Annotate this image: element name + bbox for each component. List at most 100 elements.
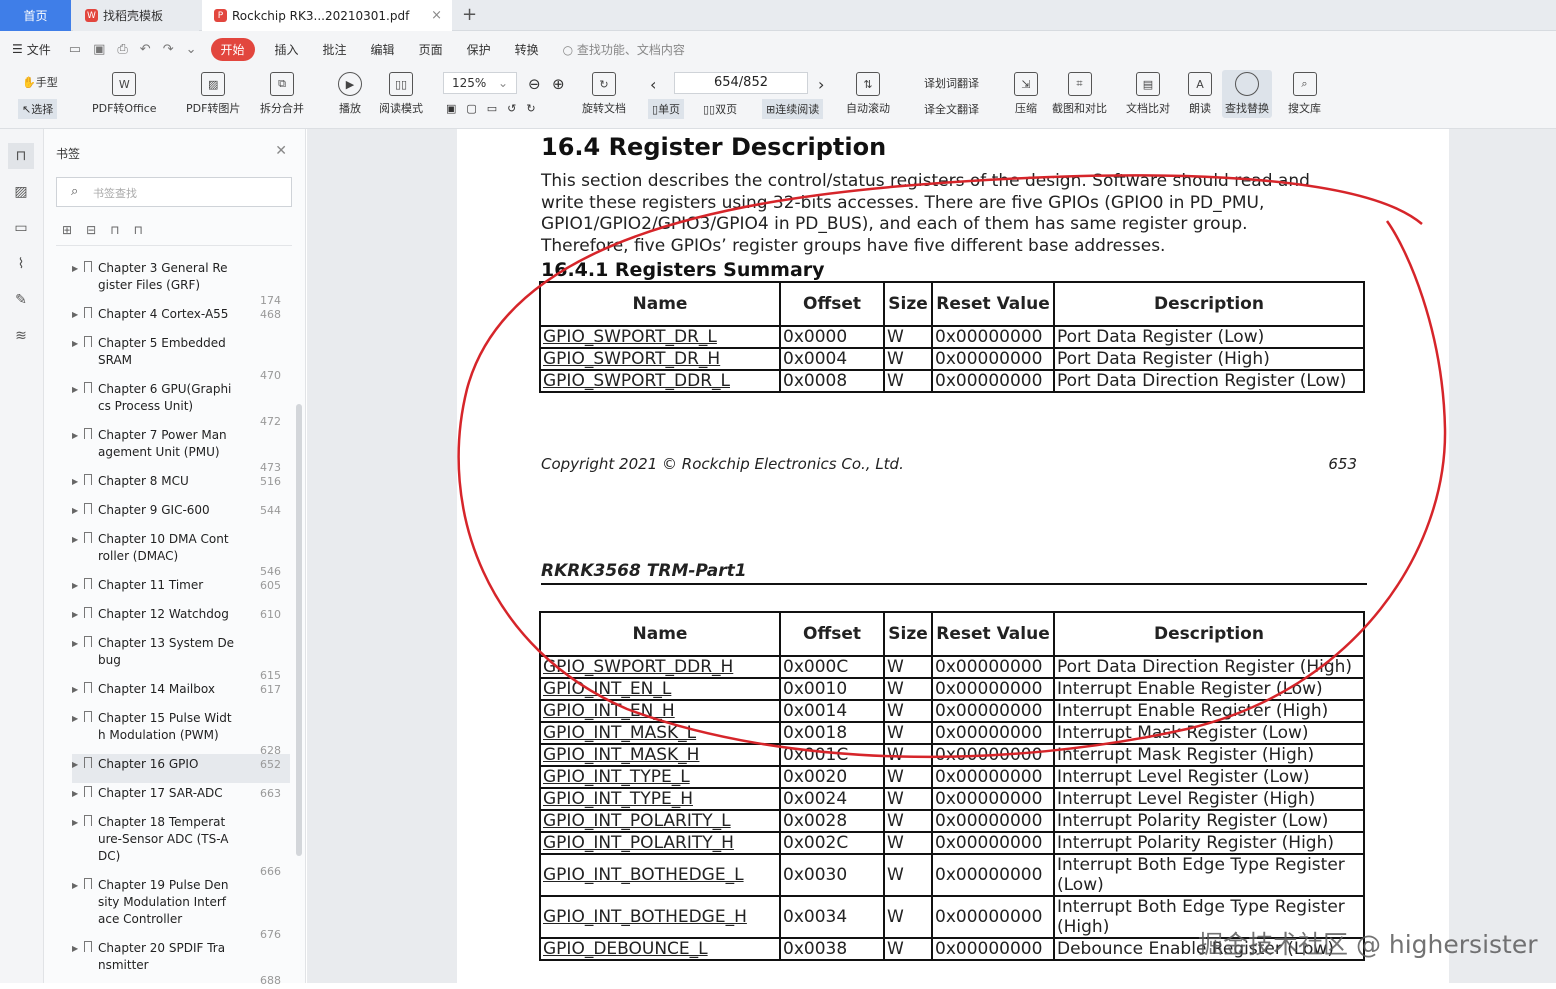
remove-bookmark-icon[interactable]: ⊓ [134,223,143,237]
zoom-in-icon[interactable]: ⊕ [552,75,565,93]
expand-arrow-icon[interactable]: ▶ [72,335,78,352]
zoom-out-icon[interactable]: ⊖ [528,75,541,93]
document-viewer[interactable]: 16.4 Register Description This section d… [307,129,1556,983]
full-translate-button[interactable]: 译 全文翻译 [924,101,979,117]
tab-pdf[interactable]: P Rockchip RK3...20210301.pdf × [202,0,452,31]
expand-icon[interactable]: ⊞ [62,223,72,237]
menu-convert[interactable]: 转换 [515,41,539,58]
expand-arrow-icon[interactable]: ▶ [72,381,78,398]
menu-icon[interactable]: ☰ [12,42,23,56]
prev-page-icon[interactable]: ‹ [650,75,656,94]
page-value: 654/852 [713,75,768,90]
chevron-down-icon[interactable]: ⌄ [186,42,197,57]
bookmark-search-input[interactable]: ⌕ 书签查找 [56,177,292,207]
expand-arrow-icon[interactable]: ▶ [72,756,78,773]
continuous-button[interactable]: ⊞ 连续阅读 [762,99,824,119]
expand-arrow-icon[interactable]: ▶ [72,606,78,623]
double-page-button[interactable]: ▯▯ 双页 [703,101,737,117]
word-translate-button[interactable]: 译 划词翻译 [924,75,979,91]
hand-tool[interactable]: ✋ 手型 [22,74,58,90]
bookmark-item[interactable]: ▶ Chapter 13 System De bug 615 [72,633,290,682]
bookmark-item[interactable]: ▶ Chapter 4 Cortex-A55 468 [72,304,290,333]
bookmark-item[interactable]: ▶ Chapter 5 Embedded SRAM 470 [72,333,290,382]
collapse-icon[interactable]: ⊟ [86,223,96,237]
doc-compare-button[interactable]: ▤ 文档比对 [1126,72,1170,116]
page-input[interactable]: 654/852 [674,72,808,94]
bookmark-item[interactable]: ▶ Chapter 15 Pulse Widt h Modulation (PWM)… [72,708,290,757]
redo-icon[interactable]: ↷ [163,42,174,57]
expand-arrow-icon[interactable]: ▶ [72,531,78,548]
tab-home[interactable]: 首页 [0,0,71,31]
bookmark-item[interactable]: ▶ Chapter 8 MCU 516 [72,471,290,500]
next-page-icon[interactable]: › [818,75,824,94]
bookmark-item[interactable]: ▶ Chapter 12 Watchdog 610 [72,604,290,633]
new-tab-icon[interactable]: + [462,4,477,25]
bookmark-item[interactable]: ▶ Chapter 6 GPU(Graphi cs Process Unit) 472 [72,379,290,428]
rotate-button[interactable]: ↻ 旋转文档 [582,72,626,116]
compress-button[interactable]: ⇲ 压缩 [1014,72,1038,116]
bookmark-item[interactable]: ▶ Chapter 20 SPDIF Tra nsmitter 688 [72,938,290,987]
read-aloud-button[interactable]: A 朗读 [1188,72,1212,116]
expand-arrow-icon[interactable]: ▶ [72,940,78,957]
bookmark-item[interactable]: ▶ Chapter 11 Timer 605 [72,575,290,604]
single-page-button[interactable]: ▯ 单页 [648,99,685,119]
bookmark-item[interactable]: ▶ Chapter 14 Mailbox 617 [72,679,290,708]
screenshot-compare-button[interactable]: ⌗ 截图和对比 [1052,72,1107,116]
expand-arrow-icon[interactable]: ▶ [72,785,78,802]
bookmark-item[interactable]: ▶ Chapter 9 GIC-600 544 [72,500,290,529]
expand-arrow-icon[interactable]: ▶ [72,814,78,831]
thumbnail-icon[interactable]: ▨ [12,183,30,201]
menu-protect[interactable]: 保护 [467,41,491,58]
close-icon[interactable]: × [431,8,442,23]
find-replace-button[interactable]: 查找替换 [1222,70,1272,118]
save-icon[interactable]: ▣ [93,42,105,57]
play-button[interactable]: ▶ 播放 [338,72,362,116]
layers-icon[interactable]: ≋ [12,327,30,345]
open-icon[interactable]: ▭ [69,42,81,57]
menu-start[interactable]: 开始 [210,37,255,61]
panel-scrollbar[interactable] [296,404,302,856]
expand-arrow-icon[interactable]: ▶ [72,681,78,698]
bookmark-item[interactable]: ▶ Chapter 19 Pulse Den sity Modulation Int… [72,875,290,941]
search-function[interactable]: ○ 查找功能、文档内容 [563,41,685,58]
menu-page[interactable]: 页面 [419,41,443,58]
bookmark-item[interactable]: ▶ Chapter 3 General Re gister Files (GRF) 1… [72,258,290,307]
menu-insert[interactable]: 插入 [275,41,299,58]
bookmark-item[interactable]: ▶ Chapter 18 Temperat ure-Sensor ADC (TS-A… [72,812,290,878]
menu-edit[interactable]: 编辑 [371,41,395,58]
bookmark-item[interactable]: ▶ Chapter 17 SAR-ADC 663 [72,783,290,812]
comment-icon[interactable]: ▭ [12,219,30,237]
close-icon[interactable]: ✕ [275,143,287,159]
zoom-select[interactable]: 125% ⌄ [443,72,517,94]
bookmark-label-line: gister Files (GRF) [98,278,201,292]
read-mode-button[interactable]: ▯▯ 阅读模式 [379,72,423,116]
expand-arrow-icon[interactable]: ▶ [72,260,78,277]
add-bookmark-icon[interactable]: ⊓ [110,223,119,237]
expand-arrow-icon[interactable]: ▶ [72,306,78,323]
bookmark-item[interactable]: ▶ Chapter 10 DMA Cont roller (DMAC) 546 [72,529,290,578]
pdf-to-office-button[interactable]: W PDF转Office [92,72,157,116]
expand-arrow-icon[interactable]: ▶ [72,877,78,894]
expand-arrow-icon[interactable]: ▶ [72,710,78,727]
select-tool[interactable]: ↖ 选择 [18,99,58,119]
expand-arrow-icon[interactable]: ▶ [72,427,78,444]
tab-template[interactable]: W 找稻壳模板 [73,0,199,31]
print-icon[interactable]: ⎙ [117,42,127,57]
signature-icon[interactable]: ✎ [12,291,30,309]
bookmark-item[interactable]: ▶ Chapter 7 Power Man agement Unit (PMU) 47… [72,425,290,474]
view-fit-icons[interactable]: ▣▢▭↺↻ [446,102,546,115]
auto-scroll-button[interactable]: ⇅ 自动滚动 [846,72,890,116]
bookmark-item[interactable]: ▶ Chapter 16 GPIO 652 [72,754,290,783]
expand-arrow-icon[interactable]: ▶ [72,635,78,652]
attachment-icon[interactable]: ⌇ [12,255,30,273]
bookmark-icon[interactable]: ⊓ [8,143,34,169]
split-merge-button[interactable]: ⧉ 拆分合并 [260,72,304,116]
expand-arrow-icon[interactable]: ▶ [72,473,78,490]
pdf-to-image-button[interactable]: ▨ PDF转图片 [186,72,240,116]
undo-icon[interactable]: ↶ [140,42,151,57]
menu-file[interactable]: 文件 [27,41,51,58]
search-library-button[interactable]: ⌕ 搜文库 [1288,72,1321,116]
expand-arrow-icon[interactable]: ▶ [72,577,78,594]
expand-arrow-icon[interactable]: ▶ [72,502,78,519]
menu-annotate[interactable]: 批注 [323,41,347,58]
